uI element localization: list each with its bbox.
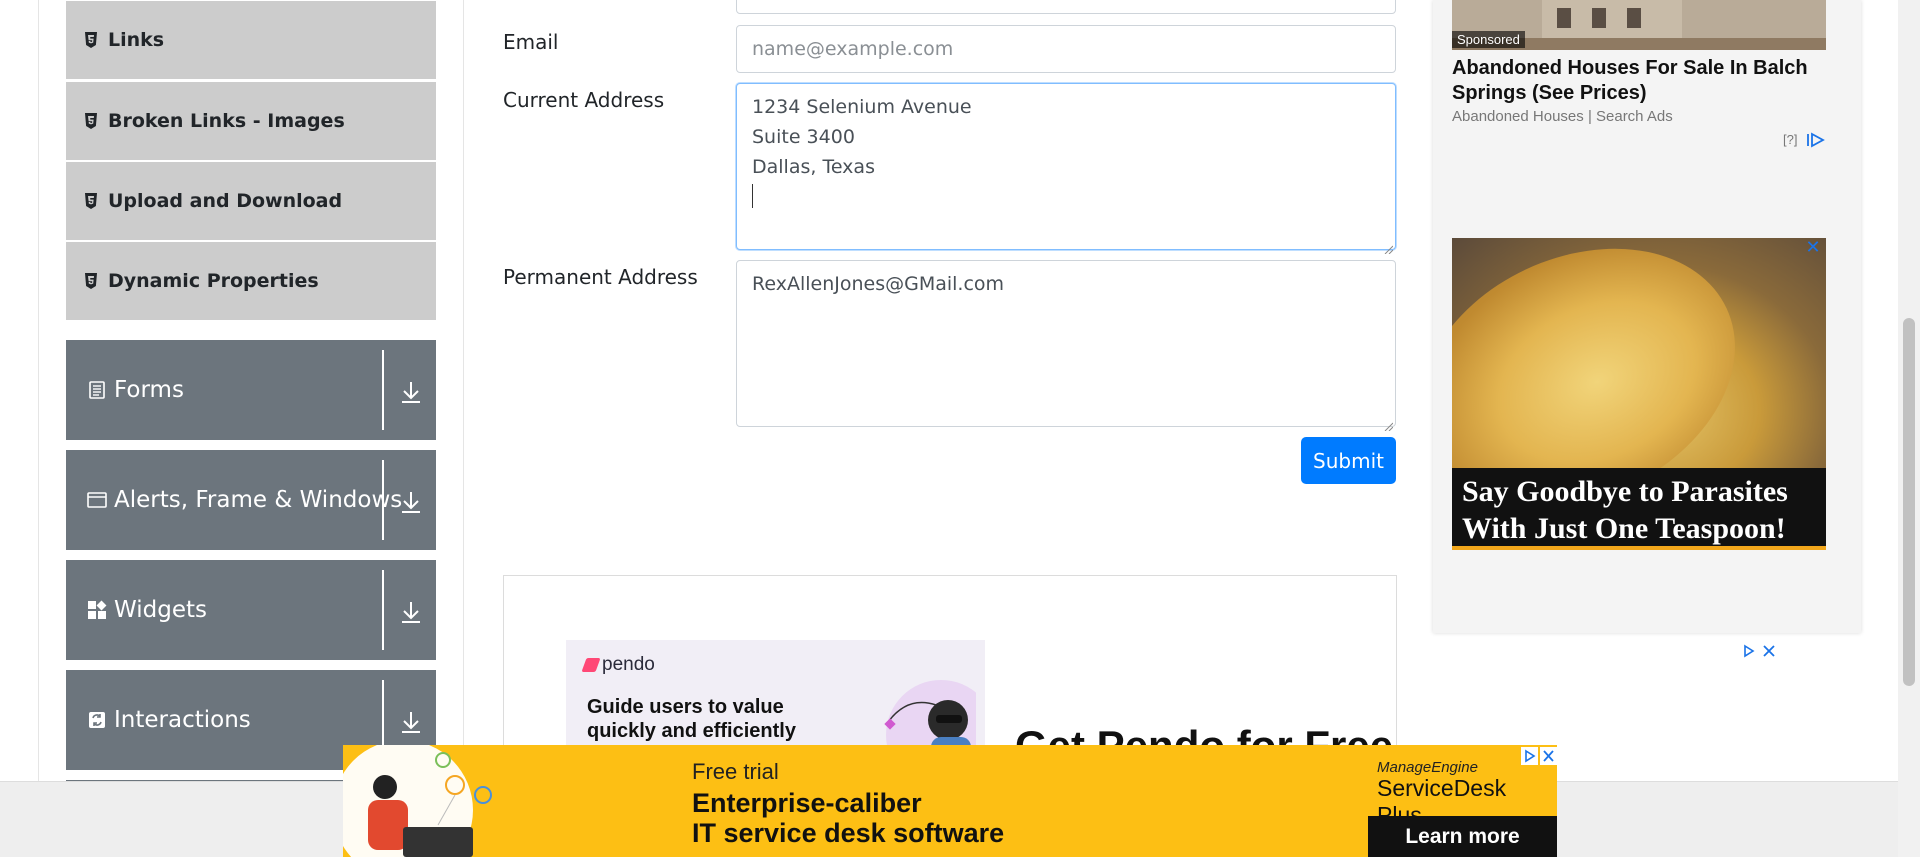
sidebar-item-upload-and-download[interactable]: Upload and Download: [66, 162, 436, 240]
group-label: Interactions: [114, 707, 251, 733]
group-forms[interactable]: Forms: [66, 340, 436, 440]
download-arrow-icon[interactable]: [399, 378, 423, 406]
permanent-address-label: Permanent Address: [503, 265, 698, 289]
address-line: 1234 Selenium Avenue: [752, 96, 972, 118]
close-icon[interactable]: ✕: [1804, 238, 1822, 256]
email-placeholder: name@example.com: [752, 38, 954, 60]
submit-button[interactable]: Submit: [1301, 437, 1396, 484]
pendo-headline: Guide users to value quickly and efficie…: [587, 696, 796, 742]
email-label: Email: [503, 30, 559, 54]
sidebar-item-label: Links: [108, 29, 165, 51]
page: Links Broken Links - Images Upload and D…: [0, 0, 1920, 857]
sidebar-item-dynamic-properties[interactable]: Dynamic Properties: [66, 242, 436, 320]
banner-headline-line2: IT service desk software: [692, 818, 1005, 848]
address-line: Suite 3400: [752, 126, 855, 148]
native-ad-source: Abandoned Houses | Search Ads: [1452, 108, 1673, 125]
banner-brand-top: ManageEngine: [1377, 759, 1478, 776]
pendo-brand: pendo: [602, 654, 655, 675]
teaspoon-ad[interactable]: Say Goodbye to Parasites With Just One T…: [1452, 238, 1826, 550]
sponsored-tag: Sponsored: [1452, 31, 1525, 48]
adchoices-icon[interactable]: [1806, 132, 1826, 148]
sidebar-item-label: Upload and Download: [108, 190, 343, 212]
learn-more-button[interactable]: Learn more: [1368, 816, 1557, 857]
full-name-field-partial[interactable]: [736, 0, 1396, 14]
divider: [382, 350, 384, 430]
banner-illustration-icon: [343, 745, 492, 857]
download-arrow-icon[interactable]: [399, 708, 423, 736]
group-alerts-frame-windows[interactable]: Alerts, Frame & Windows: [66, 450, 436, 550]
teaspoon-ad-caption: Say Goodbye to Parasites With Just One T…: [1452, 468, 1826, 550]
group-label: Widgets: [114, 597, 207, 623]
sidebar-item-label: Dynamic Properties: [108, 270, 319, 292]
html5-icon: [84, 113, 98, 129]
permanent-address-value: RexAllenJones@GMail.com: [752, 273, 1005, 295]
resize-handle-icon[interactable]: [1383, 237, 1394, 255]
window-icon: [86, 489, 108, 511]
divider: [382, 570, 384, 650]
left-panel: Links Broken Links - Images Upload and D…: [38, 0, 464, 784]
pendo-logo-icon: [581, 658, 601, 672]
download-arrow-icon[interactable]: [399, 598, 423, 626]
current-address-textarea[interactable]: 1234 Selenium Avenue Suite 3400 Dallas, …: [736, 83, 1396, 255]
banner-headline-line1: Enterprise-caliber: [692, 788, 922, 818]
group-widgets[interactable]: Widgets: [66, 560, 436, 660]
download-arrow-icon[interactable]: [399, 488, 423, 516]
servicedesk-banner-ad[interactable]: Free trial Enterprise-caliber IT service…: [343, 745, 1557, 857]
group-label: Forms: [114, 377, 184, 403]
sidebar-item-broken-links-images[interactable]: Broken Links - Images: [66, 82, 436, 160]
email-field[interactable]: name@example.com: [736, 25, 1396, 73]
text-caret: [752, 184, 753, 208]
native-ad-title[interactable]: Abandoned Houses For Sale In Balch Sprin…: [1452, 56, 1832, 106]
sidebar-item-label: Broken Links - Images: [108, 110, 345, 132]
divider: [382, 460, 384, 540]
pendo-logo: pendo: [581, 654, 655, 676]
group-label: Alerts, Frame & Windows: [114, 487, 403, 513]
permanent-address-textarea[interactable]: RexAllenJones@GMail.com: [736, 260, 1396, 432]
address-line: Dallas, Texas: [752, 156, 875, 178]
scrollbar[interactable]: [1898, 0, 1920, 857]
widgets-icon: [86, 599, 108, 621]
banner-headline: Enterprise-caliber IT service desk softw…: [692, 788, 1004, 848]
sidebar-item-links[interactable]: Links: [66, 1, 436, 79]
resize-handle-icon[interactable]: [1383, 414, 1394, 432]
current-address-label: Current Address: [503, 88, 665, 112]
ad-help-link[interactable]: [?]: [1783, 132, 1797, 147]
html5-icon: [84, 193, 98, 209]
html5-icon: [84, 273, 98, 289]
banner-free-trial: Free trial: [692, 759, 779, 784]
html5-icon: [84, 32, 98, 48]
right-ad-column: Sponsored Abandoned Houses For Sale In B…: [1433, 0, 1861, 633]
adchoices-icon[interactable]: [1740, 642, 1778, 660]
adchoices-icon[interactable]: [1521, 747, 1557, 765]
document-icon: [86, 379, 108, 401]
scroll-thumb[interactable]: [1903, 318, 1915, 686]
interactions-icon: [86, 709, 108, 731]
